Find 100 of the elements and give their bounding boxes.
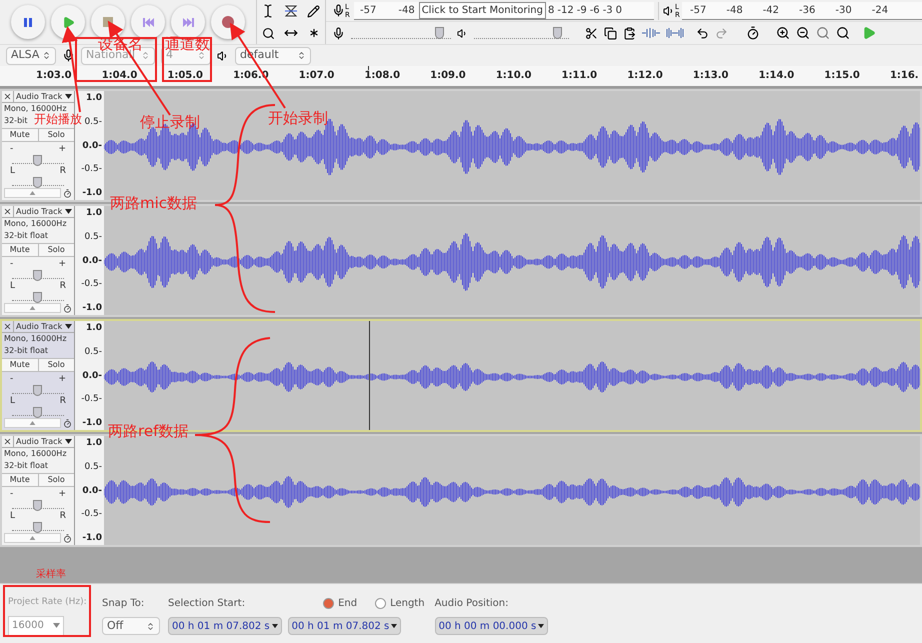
undo-icon[interactable] — [696, 26, 709, 40]
dropdown-icon — [391, 624, 398, 628]
ruler-label: 1:13.0 — [692, 70, 729, 81]
speaker-icon — [217, 50, 229, 62]
skip-start-icon — [142, 18, 154, 26]
radio-icon[interactable] — [323, 598, 334, 609]
skip-to-start-button[interactable] — [131, 5, 165, 39]
slider-thumb[interactable] — [33, 385, 42, 396]
slider-thumb[interactable] — [435, 27, 444, 39]
input-volume-slider[interactable] — [351, 27, 451, 39]
speaker-icon[interactable] — [663, 4, 675, 16]
zoom-in-icon[interactable] — [776, 26, 790, 40]
track-menu[interactable]: Audio Track — [13, 206, 74, 218]
slider-label: - — [10, 145, 14, 154]
solo-button[interactable]: Solo — [38, 129, 74, 141]
skip-end-icon — [182, 18, 194, 26]
solo-button[interactable]: Solo — [38, 244, 74, 256]
track-info: Mono, 16000Hz — [3, 218, 68, 230]
slider-thumb[interactable] — [33, 177, 42, 188]
time-field[interactable]: 00 h 01 m 07.802 s — [168, 617, 282, 635]
slider-label: + — [58, 490, 66, 499]
snap-to-select[interactable]: Off — [102, 617, 160, 635]
mute-button[interactable]: Mute — [2, 244, 38, 256]
project-rate-select[interactable]: 16000 — [8, 616, 64, 636]
paste-icon[interactable] — [623, 26, 636, 40]
scale-label: 0.5- — [84, 460, 102, 473]
mute-button[interactable]: Mute — [2, 129, 38, 141]
scale-label: -1.0 — [82, 302, 102, 314]
close-icon[interactable] — [3, 322, 12, 331]
time-field[interactable]: 00 h 01 m 07.802 s — [288, 617, 402, 635]
project-rate-label: Project Rate (Hz): — [8, 596, 87, 609]
track-format: 32-bit float — [3, 460, 50, 472]
slider-thumb[interactable] — [553, 27, 562, 39]
spinner-icon — [197, 51, 206, 60]
close-icon[interactable] — [3, 207, 12, 216]
radio-label[interactable]: Length — [390, 596, 425, 611]
dropdown-icon — [65, 94, 72, 99]
track-menu[interactable]: Audio Track — [13, 320, 74, 332]
track-menu[interactable]: Audio Track — [13, 90, 74, 102]
scale-label: -1.0 — [82, 417, 102, 429]
dropdown-icon — [538, 624, 544, 628]
pause-button[interactable] — [11, 5, 45, 39]
cut-icon[interactable] — [585, 26, 598, 40]
slider-thumb[interactable] — [33, 522, 42, 533]
playback-meter[interactable]: -57 -48 -42 -36 -30 -24 — [682, 2, 922, 20]
scale-label: 0.5- — [84, 116, 102, 128]
collapse-icon — [29, 306, 36, 310]
mute-button[interactable]: Mute — [2, 359, 38, 371]
play-button[interactable] — [51, 5, 85, 39]
slider-thumb[interactable] — [33, 292, 42, 303]
mute-button[interactable]: Mute — [2, 474, 38, 486]
pencil-icon[interactable] — [307, 4, 320, 18]
collapse-icon — [29, 536, 36, 540]
annotation-label: 开始播放 — [34, 113, 82, 125]
recording-meter[interactable]: -57 -48 Click to Start Monitoring 8 -12 -9 -6 -3 0 — [354, 2, 654, 20]
close-icon[interactable] — [3, 437, 12, 446]
solo-button[interactable]: Solo — [38, 359, 74, 371]
sync-lock-icon[interactable] — [746, 26, 760, 40]
solo-button[interactable]: Solo — [38, 474, 74, 486]
audio-host-select[interactable]: ALSA — [6, 46, 56, 64]
collapse-icon — [29, 190, 36, 196]
close-icon[interactable] — [3, 92, 12, 101]
record-icon — [222, 16, 234, 28]
selection-start-label: Selection Start: — [168, 597, 246, 611]
slider-track[interactable] — [12, 499, 64, 509]
silence-icon[interactable] — [666, 27, 684, 39]
fit-project-icon[interactable] — [836, 26, 850, 40]
scale-label: -0.5- — [81, 163, 102, 176]
ruler-label: 1:12.0 — [627, 70, 663, 81]
zoom-out-icon[interactable] — [796, 26, 810, 40]
output-volume-slider[interactable] — [474, 27, 569, 39]
radio-label[interactable]: End — [338, 596, 358, 611]
time-field[interactable]: 00 h 00 m 00.000 s — [434, 617, 548, 635]
ruler-label: 1:15.0 — [824, 70, 860, 81]
scale-label: 1.0 — [86, 207, 102, 219]
meter-tick: -42 — [762, 4, 780, 18]
zoom-icon[interactable] — [262, 26, 275, 40]
fit-selection-icon[interactable] — [816, 26, 830, 40]
playhead-marker — [368, 66, 369, 70]
slider-thumb[interactable] — [33, 500, 42, 511]
meter-tick: -48 — [726, 4, 743, 18]
radio-icon[interactable] — [375, 598, 386, 609]
dropdown-icon — [53, 623, 60, 628]
redo-icon[interactable] — [715, 26, 728, 40]
slider-thumb[interactable] — [33, 407, 42, 418]
copy-icon[interactable] — [604, 26, 617, 40]
trim-icon[interactable] — [642, 27, 660, 39]
ruler-label: 1:11.0 — [562, 70, 598, 81]
annotation-label: 停止录制 — [140, 115, 200, 130]
monitoring-tooltip[interactable]: Click to Start Monitoring — [418, 2, 546, 18]
envelope-icon[interactable] — [284, 4, 298, 18]
microphone-icon[interactable] — [332, 4, 345, 17]
slider-thumb[interactable] — [33, 270, 42, 281]
slider-track[interactable] — [12, 154, 64, 164]
track-menu[interactable]: Audio Track — [13, 436, 74, 448]
slider-track[interactable] — [12, 384, 64, 394]
slider-track[interactable] — [12, 269, 64, 279]
highlight-frame — [162, 37, 212, 82]
play-at-speed-icon[interactable] — [862, 26, 876, 40]
slider-thumb[interactable] — [33, 155, 42, 166]
